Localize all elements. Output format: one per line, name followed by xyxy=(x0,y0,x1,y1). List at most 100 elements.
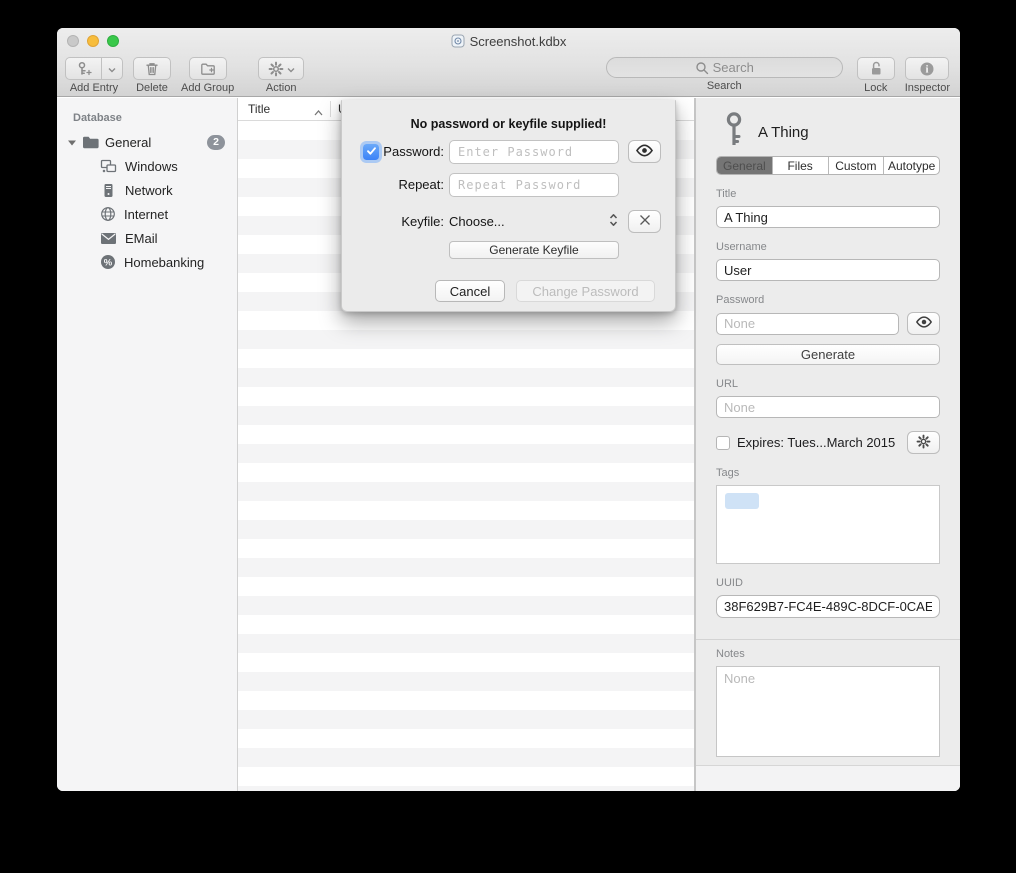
entry-title: A Thing xyxy=(758,124,809,141)
checkmark-icon xyxy=(366,144,377,159)
search-tool: Search Search xyxy=(606,57,843,92)
inspector-label: Inspector xyxy=(905,82,950,94)
sidebar-item-label: Homebanking xyxy=(124,255,204,270)
repeat-password-field[interactable] xyxy=(449,173,619,197)
column-divider[interactable] xyxy=(330,101,331,117)
generate-password-button[interactable]: Generate xyxy=(716,344,940,365)
lock-button[interactable] xyxy=(857,57,895,80)
inspector-button[interactable]: i xyxy=(905,57,949,80)
window-title: Screenshot.kdbx xyxy=(451,34,567,49)
clear-keyfile-button[interactable] xyxy=(628,210,661,233)
change-password-button[interactable]: Change Password xyxy=(516,280,655,302)
password-label: Password xyxy=(716,294,940,306)
action-tool: Action xyxy=(258,57,304,94)
titlebar[interactable]: Screenshot.kdbx xyxy=(57,28,960,54)
add-entry-dropdown-button[interactable] xyxy=(102,57,123,80)
server-icon xyxy=(100,183,117,198)
add-entry-label: Add Entry xyxy=(70,82,118,94)
inspector-footer xyxy=(696,765,960,791)
chevron-down-icon xyxy=(108,60,116,78)
sidebar-item-windows[interactable]: Windows xyxy=(57,154,237,178)
sort-ascending-icon xyxy=(314,105,323,119)
tab-files[interactable]: Files xyxy=(772,157,828,174)
search-input[interactable]: Search xyxy=(606,57,843,78)
inspector-tabs: General Files Custom Autotype xyxy=(716,156,940,175)
key-icon xyxy=(724,112,744,152)
title-field[interactable] xyxy=(716,206,940,228)
search-icon xyxy=(695,61,709,75)
svg-text:i: i xyxy=(926,64,929,75)
sidebar-section-header: Database xyxy=(57,108,237,130)
entry-count-badge: 2 xyxy=(207,135,225,150)
dialog-repeat-label: Repeat: xyxy=(398,177,444,192)
sidebar-item-homebanking[interactable]: % Homebanking xyxy=(57,250,237,274)
inspector-panel: A Thing General Files Custom Autotype Ti… xyxy=(695,98,960,791)
notes-field[interactable] xyxy=(716,666,940,757)
entry-header: A Thing xyxy=(716,112,940,152)
sidebar-item-label: Internet xyxy=(124,207,168,222)
add-entry-button[interactable] xyxy=(65,57,102,80)
reveal-password-button[interactable] xyxy=(628,140,661,163)
tags-field[interactable] xyxy=(716,485,940,564)
dialog-message: No password or keyfile supplied! xyxy=(342,117,675,131)
action-label: Action xyxy=(266,82,297,94)
sidebar: Database General 2 Windows Network Inter… xyxy=(57,98,238,791)
cancel-button[interactable]: Cancel xyxy=(435,280,505,302)
uuid-label: UUID xyxy=(716,577,940,589)
keyfile-popup-button[interactable]: Choose... xyxy=(449,213,619,230)
add-entry-tool: Add Entry xyxy=(65,57,123,94)
delete-label: Delete xyxy=(136,82,168,94)
close-button[interactable] xyxy=(67,35,79,47)
sidebar-item-general[interactable]: General 2 xyxy=(57,130,237,154)
sidebar-item-label: EMail xyxy=(125,231,158,246)
url-field[interactable] xyxy=(716,396,940,418)
dialog-password-label: Password: xyxy=(383,144,444,159)
reveal-password-button[interactable] xyxy=(907,312,940,335)
eye-icon xyxy=(915,316,933,331)
sidebar-item-internet[interactable]: Internet xyxy=(57,202,237,226)
minimize-button[interactable] xyxy=(87,35,99,47)
search-label: Search xyxy=(707,80,742,92)
percent-icon: % xyxy=(100,254,116,270)
section-divider xyxy=(696,639,960,640)
password-field[interactable] xyxy=(716,313,899,335)
tab-custom[interactable]: Custom xyxy=(828,157,884,174)
column-header-title[interactable]: Title xyxy=(248,102,270,116)
action-button[interactable] xyxy=(258,57,304,80)
enter-password-field[interactable] xyxy=(449,140,619,164)
tab-autotype[interactable]: Autotype xyxy=(883,157,939,174)
sidebar-item-email[interactable]: EMail xyxy=(57,226,237,250)
expires-settings-button[interactable] xyxy=(907,431,940,454)
tab-general[interactable]: General xyxy=(717,157,772,174)
notes-label: Notes xyxy=(716,648,940,660)
open-padlock-icon xyxy=(868,61,884,77)
password-checkbox[interactable] xyxy=(363,144,379,160)
add-group-button[interactable] xyxy=(189,57,227,80)
tag-token[interactable] xyxy=(725,493,759,509)
dialog-actions: Cancel Change Password xyxy=(342,280,675,302)
title-label: Title xyxy=(716,188,940,200)
uuid-field[interactable] xyxy=(716,595,940,618)
sidebar-item-network[interactable]: Network xyxy=(57,178,237,202)
app-window: Screenshot.kdbx Add Entry D xyxy=(57,28,960,791)
keyfile-row: Keyfile: Choose... xyxy=(342,209,675,234)
add-group-label: Add Group xyxy=(181,82,234,94)
zoom-button[interactable] xyxy=(107,35,119,47)
delete-button[interactable] xyxy=(133,57,171,80)
close-x-icon xyxy=(639,214,651,229)
expires-checkbox[interactable] xyxy=(716,436,730,450)
trash-icon xyxy=(144,61,160,77)
add-group-tool: Add Group xyxy=(181,57,234,94)
window-title-text: Screenshot.kdbx xyxy=(470,34,567,49)
stepper-chevrons-icon xyxy=(608,213,619,230)
password-row: Password: xyxy=(342,139,675,164)
key-plus-icon xyxy=(76,61,92,77)
document-proxy-icon[interactable] xyxy=(451,34,465,48)
inspector-tool: i Inspector xyxy=(905,57,950,94)
generate-keyfile-button[interactable]: Generate Keyfile xyxy=(449,241,619,259)
expires-label: Expires: Tues...March 2015 xyxy=(737,435,900,450)
expires-row: Expires: Tues...March 2015 xyxy=(716,431,940,454)
disclosure-triangle-icon[interactable] xyxy=(67,135,77,150)
eye-icon xyxy=(635,144,654,160)
username-field[interactable] xyxy=(716,259,940,281)
